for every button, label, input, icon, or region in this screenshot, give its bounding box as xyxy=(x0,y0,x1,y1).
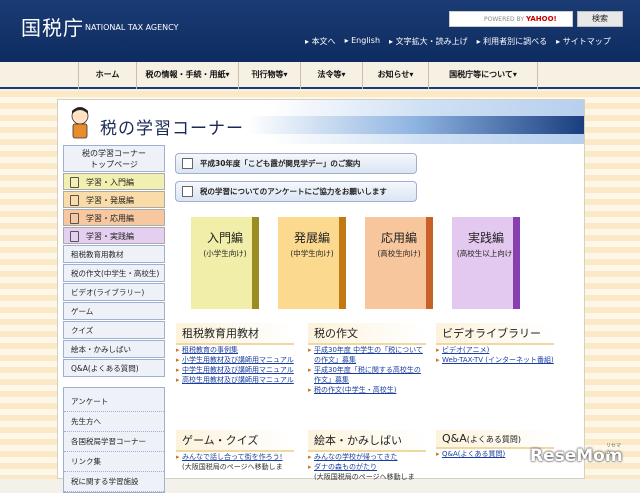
section-title: 租税教育用教材 xyxy=(176,323,294,345)
side-cat-practice[interactable]: 学習・実践編 xyxy=(63,227,165,244)
gnav-news[interactable]: お知らせ▾ xyxy=(362,62,428,89)
side-link-game[interactable]: ゲーム xyxy=(63,302,165,320)
book-icon xyxy=(70,195,79,206)
search-input[interactable]: POWERED BY YAHOO! xyxy=(449,11,573,27)
chevron-down-icon: ▾ xyxy=(341,70,346,79)
chevron-down-icon: ▾ xyxy=(409,70,414,79)
notice-kasumigaseki[interactable]: 平成30年度「こども霞が関見学デー」のご案内 xyxy=(175,153,417,174)
section-title: 絵本・かみしばい xyxy=(308,430,426,452)
search-button[interactable]: 検索 xyxy=(577,11,623,27)
yahoo-logo: YAHOO! xyxy=(525,15,557,23)
link-junior-materials[interactable]: 中学生用教材及び講師用マニュアル xyxy=(176,365,294,375)
link-video-anime[interactable]: ビデオ(アニメ) xyxy=(436,345,554,355)
chevron-down-icon: ▾ xyxy=(512,70,517,79)
section-picturebook: 絵本・かみしばい みんなの学校が帰ってきた ダナの森ものがたり (大阪国税局のペ… xyxy=(308,430,426,482)
resemom-watermark: ReseMom リセマム xyxy=(530,443,623,466)
side-link-materials[interactable]: 租税教育用教材 xyxy=(63,245,165,263)
section-essay: 税の作文 平成30年度 中学生の「税についての作文」募集 平成30年度「税に関す… xyxy=(308,323,426,395)
book-icon xyxy=(70,213,79,224)
student-character-icon xyxy=(71,107,89,139)
gnav-tax-info[interactable]: 税の情報・手続・用紙▾ xyxy=(136,62,238,89)
section-title: 税の作文 xyxy=(308,323,426,345)
side-secondary-links: アンケート 先生方へ 各国税局学習コーナー リンク集 税に関する学習施設 xyxy=(63,387,165,493)
section-title: ゲーム・クイズ xyxy=(176,430,294,452)
utility-nav: ▸ 本文へ ▸ English ▸ 文字拡大・読み上げ ▸ 利用者別に調べる ▸… xyxy=(305,36,611,47)
link-elementary-materials[interactable]: 小学生用教材及び講師用マニュアル xyxy=(176,355,294,365)
side-link-video[interactable]: ビデオ(ライブラリー) xyxy=(63,283,165,301)
side-link-quiz[interactable]: クイズ xyxy=(63,321,165,339)
chevron-down-icon: ▾ xyxy=(225,70,230,79)
utility-link-by-user[interactable]: ▸ 利用者別に調べる xyxy=(477,36,548,47)
chevron-down-icon: ▾ xyxy=(283,70,288,79)
gnav-laws[interactable]: 法令等▾ xyxy=(300,62,362,89)
link-school-returned[interactable]: みんなの学校が帰ってきた xyxy=(308,452,426,462)
page-title: 税の学習コーナー xyxy=(100,119,244,139)
notice-survey[interactable]: 税の学習についてのアンケートにご協力をお願いします xyxy=(175,181,417,202)
link-high-essay[interactable]: 平成30年度「税に関する高校生の作文」募集 xyxy=(308,365,426,385)
notice-icon xyxy=(182,186,193,197)
site-header: 国税庁 NATIONAL TAX AGENCY POWERED BY YAHOO… xyxy=(0,0,640,62)
side-link-survey[interactable]: アンケート xyxy=(64,392,164,412)
link-case-studies[interactable]: 租税教育の事例集 xyxy=(176,345,294,355)
corner-banner: 税の学習コーナー xyxy=(58,100,584,144)
utility-link-sitemap[interactable]: ▸ サイトマップ xyxy=(556,36,611,47)
book-applied[interactable]: 応用編 (高校生向け) xyxy=(365,217,433,309)
section-video: ビデオライブラリー ビデオ(アニメ) Web-TAX-TV (インターネット番組… xyxy=(436,323,554,365)
side-link-regional[interactable]: 各国税局学習コーナー xyxy=(64,432,164,452)
gnav-home[interactable]: ホーム xyxy=(78,62,136,89)
utility-link-text-size[interactable]: ▸ 文字拡大・読み上げ xyxy=(389,36,468,47)
main-content: 税の学習コーナー 税の学習コーナー トップページ 学習・入門編 学習・発展編 学習… xyxy=(57,99,585,493)
book-icon xyxy=(70,231,79,242)
side-cat-applied[interactable]: 学習・応用編 xyxy=(63,209,165,226)
utility-link-english[interactable]: ▸ English xyxy=(345,36,380,47)
side-link-qa[interactable]: Q&A(よくある質問) xyxy=(63,359,165,377)
link-town-game[interactable]: みんなで話し合って街を作ろう! xyxy=(176,452,294,462)
side-link-facilities[interactable]: 税に関する学習施設 xyxy=(64,472,164,492)
side-top-link[interactable]: 税の学習コーナー トップページ xyxy=(63,145,165,172)
link-web-tax-tv[interactable]: Web-TAX-TV (インターネット番組) xyxy=(436,355,554,365)
section-title: ビデオライブラリー xyxy=(436,323,554,345)
side-link-teachers[interactable]: 先生方へ xyxy=(64,412,164,432)
global-nav: ホーム 税の情報・手続・用紙▾ 刊行物等▾ 法令等▾ お知らせ▾ 国税庁等につい… xyxy=(0,62,640,89)
book-icon xyxy=(70,177,79,188)
link-high-materials[interactable]: 高校生用教材及び講師用マニュアル xyxy=(176,375,294,385)
site-logo-en: NATIONAL TAX AGENCY xyxy=(85,23,179,32)
link-dana-forest[interactable]: ダナの森ものがたり xyxy=(308,462,426,472)
side-link-essay[interactable]: 税の作文(中学生・高校生) xyxy=(63,264,165,282)
book-advanced[interactable]: 発展編 (中学生向け) xyxy=(278,217,346,309)
book-intro[interactable]: 入門編 (小学生向け) xyxy=(191,217,259,309)
notice-icon xyxy=(182,158,193,169)
side-link-picturebook[interactable]: 絵本・かみしばい xyxy=(63,340,165,358)
side-cat-intro[interactable]: 学習・入門編 xyxy=(63,173,165,190)
gnav-publications[interactable]: 刊行物等▾ xyxy=(238,62,300,89)
section-materials: 租税教育用教材 租税教育の事例集 小学生用教材及び講師用マニュアル 中学生用教材… xyxy=(176,323,294,385)
side-cat-advanced[interactable]: 学習・発展編 xyxy=(63,191,165,208)
utility-link-main[interactable]: ▸ 本文へ xyxy=(305,36,336,47)
link-essay-list[interactable]: 税の作文(中学生・高校生) xyxy=(308,385,426,395)
link-junior-essay[interactable]: 平成30年度 中学生の「税についての作文」募集 xyxy=(308,345,426,365)
side-nav: 税の学習コーナー トップページ 学習・入門編 学習・発展編 学習・応用編 学習・実… xyxy=(63,145,165,493)
site-logo[interactable]: 国税庁 xyxy=(21,12,84,41)
gnav-about[interactable]: 国税庁等について▾ xyxy=(428,62,538,89)
side-link-links[interactable]: リンク集 xyxy=(64,452,164,472)
section-game: ゲーム・クイズ みんなで話し合って街を作ろう! (大阪国税局のページへ移動しま xyxy=(176,430,294,472)
book-practice[interactable]: 実践編 (高校生以上向け) xyxy=(452,217,520,309)
